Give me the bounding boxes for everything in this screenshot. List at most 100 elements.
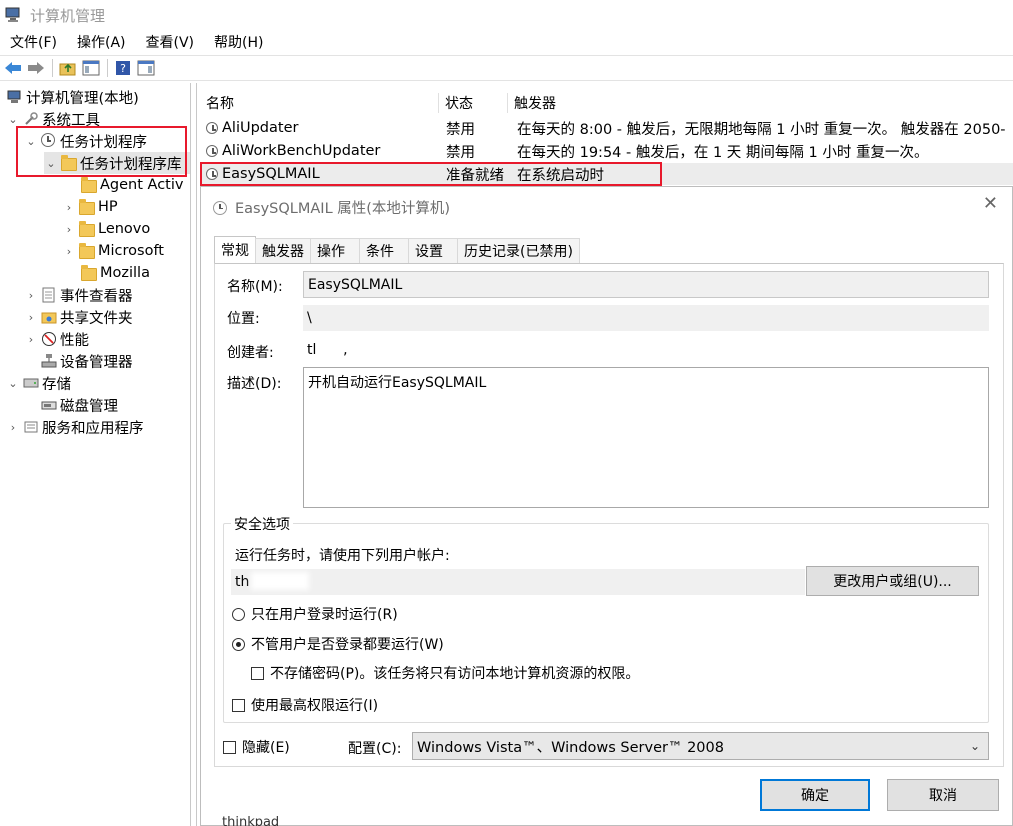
menu-action[interactable]: 操作(A)	[67, 32, 136, 52]
clock-icon	[206, 122, 218, 134]
folder-icon	[81, 265, 97, 281]
tab-settings[interactable]: 设置	[408, 238, 458, 263]
tree-item-folder[interactable]: Agent Activ	[78, 174, 183, 196]
show-hide-console-tree-button[interactable]	[80, 58, 102, 78]
close-icon[interactable]: ✕	[983, 193, 998, 214]
toolbar-separator	[52, 59, 53, 77]
tree-item-label: 存储	[42, 376, 71, 393]
chevron-right-icon[interactable]: ›	[62, 201, 76, 214]
back-button[interactable]	[2, 58, 24, 78]
description-label: 描述(D):	[227, 376, 282, 392]
tree-item-label: 事件查看器	[60, 288, 133, 305]
checkbox[interactable]	[223, 740, 236, 754]
tree-item-disk-management[interactable]: 磁盘管理	[38, 394, 118, 416]
clock-icon	[213, 200, 227, 215]
chevron-right-icon[interactable]: ›	[24, 311, 38, 324]
tab-general[interactable]: 常规	[214, 236, 256, 263]
description-textarea[interactable]: 开机自动运行EasySQLMAIL	[303, 367, 989, 508]
task-properties-dialog: EasySQLMAIL 属性(本地计算机) ✕ 常规 触发器 操作 条件 设置 …	[200, 186, 1013, 826]
tree-item-device-manager[interactable]: 设备管理器	[38, 350, 133, 372]
folder-icon	[81, 177, 97, 193]
checkbox[interactable]	[232, 698, 245, 712]
tree-item-label: Microsoft	[98, 243, 164, 259]
configure-for-select[interactable]: Windows Vista™、Windows Server™ 2008 ⌄	[412, 732, 989, 760]
column-header-name[interactable]: 名称	[200, 93, 438, 113]
tab-history[interactable]: 历史记录(已禁用)	[457, 238, 580, 263]
checkbox-label: 不存储密码(P)。该任务将只有访问本地计算机资源的权限。	[270, 666, 640, 682]
radio-button[interactable]	[232, 607, 245, 621]
tree-item-folder[interactable]: › Microsoft	[62, 240, 164, 262]
checkbox-highest-privileges[interactable]: 使用最高权限运行(I)	[232, 695, 378, 715]
column-header-trigger[interactable]: 触发器	[508, 93, 556, 113]
chevron-right-icon[interactable]: ›	[24, 333, 38, 346]
chevron-right-icon[interactable]: ›	[24, 289, 38, 302]
tree-item-folder[interactable]: › HP	[62, 196, 118, 218]
forward-button[interactable]	[25, 58, 47, 78]
radio-run-whether-logged-on[interactable]: 不管用户是否登录都要运行(W)	[232, 634, 444, 654]
task-list-header: 名称 状态 触发器	[200, 91, 1013, 115]
location-field: \	[303, 305, 989, 331]
task-row[interactable]: AliWorkBenchUpdater 禁用 在每天的 19:54 - 触发后，…	[200, 140, 1013, 162]
chevron-down-icon[interactable]: ⌄	[6, 113, 20, 126]
name-value: EasySQLMAIL	[308, 276, 403, 293]
tab-strip: 常规 触发器 操作 条件 设置 历史记录(已禁用)	[214, 236, 580, 263]
tab-actions[interactable]: 操作	[310, 238, 360, 263]
dialog-title: EasySQLMAIL 属性(本地计算机)	[235, 201, 451, 217]
tab-conditions[interactable]: 条件	[359, 238, 409, 263]
tree-item-storage[interactable]: ⌄ 存储	[6, 372, 71, 394]
checkbox-do-not-store-password[interactable]: 不存储密码(P)。该任务将只有访问本地计算机资源的权限。	[251, 663, 639, 683]
storage-icon	[23, 378, 39, 388]
change-user-button[interactable]: 更改用户或组(U)...	[806, 566, 979, 596]
folder-icon	[79, 243, 95, 259]
radio-label: 不管用户是否登录都要运行(W)	[251, 637, 444, 653]
tree-item-folder[interactable]: › Lenovo	[62, 218, 150, 240]
chevron-down-icon[interactable]: ⌄	[6, 377, 20, 390]
checkbox[interactable]	[251, 666, 264, 680]
task-row[interactable]: AliUpdater 禁用 在每天的 8:00 - 触发后，无限期地每隔 1 小…	[200, 117, 1013, 139]
menu-file[interactable]: 文件(F)	[0, 32, 67, 52]
help-button[interactable]: ?	[112, 58, 134, 78]
tree-item-services-and-applications[interactable]: › 服务和应用程序	[6, 416, 144, 438]
show-hide-action-pane-button[interactable]	[135, 58, 157, 78]
menu-bar: 文件(F) 操作(A) 查看(V) 帮助(H)	[0, 30, 1013, 54]
chevron-right-icon[interactable]: ›	[6, 421, 20, 434]
radio-label: 只在用户登录时运行(R)	[251, 607, 398, 623]
tree-item-label: 设备管理器	[60, 354, 133, 371]
location-value: \	[307, 310, 312, 326]
checkbox-hidden[interactable]: 隐藏(E)	[223, 737, 290, 757]
folder-icon	[79, 221, 95, 237]
menu-help[interactable]: 帮助(H)	[204, 32, 273, 52]
radio-run-only-logged-on[interactable]: 只在用户登录时运行(R)	[232, 604, 398, 624]
tree-item-label: Mozilla	[100, 265, 150, 281]
console-tree-icon	[82, 60, 100, 76]
tree-item-label: Agent Activ	[100, 177, 184, 193]
menu-view[interactable]: 查看(V)	[136, 32, 205, 52]
tree-item-label: 性能	[60, 332, 89, 349]
task-name-cell: AliUpdater	[200, 120, 439, 136]
tree-item-computer-management[interactable]: 计算机管理(本地)	[4, 86, 139, 108]
tree-item-label: 磁盘管理	[60, 398, 118, 415]
tree-item-label: 服务和应用程序	[42, 420, 144, 437]
security-options-title: 安全选项	[231, 514, 293, 534]
tree-item-shared-folders[interactable]: › 共享文件夹	[24, 306, 133, 328]
action-pane-icon	[137, 60, 155, 76]
task-name: AliUpdater	[222, 120, 299, 136]
tree-item-performance[interactable]: › 性能	[24, 328, 89, 350]
chevron-right-icon[interactable]: ›	[62, 223, 76, 236]
ok-button[interactable]: 确定	[760, 779, 870, 811]
tab-triggers[interactable]: 触发器	[255, 238, 311, 263]
task-name-cell: AliWorkBenchUpdater	[200, 143, 439, 159]
task-status: 禁用	[446, 144, 475, 161]
column-header-status[interactable]: 状态	[439, 93, 507, 113]
name-field[interactable]: EasySQLMAIL	[303, 271, 989, 298]
tree-item-label: 计算机管理(本地)	[26, 90, 139, 107]
tree-item-event-viewer[interactable]: › 事件查看器	[24, 284, 133, 306]
svg-text:?: ?	[120, 62, 126, 75]
chevron-right-icon[interactable]: ›	[62, 245, 76, 258]
author-label: 创建者:	[227, 345, 274, 361]
up-folder-button[interactable]	[57, 58, 79, 78]
cancel-button[interactable]: 取消	[887, 779, 999, 811]
radio-button-selected[interactable]	[232, 637, 245, 651]
run-as-user-value: th	[235, 574, 250, 590]
tree-item-folder[interactable]: Mozilla	[78, 262, 150, 284]
